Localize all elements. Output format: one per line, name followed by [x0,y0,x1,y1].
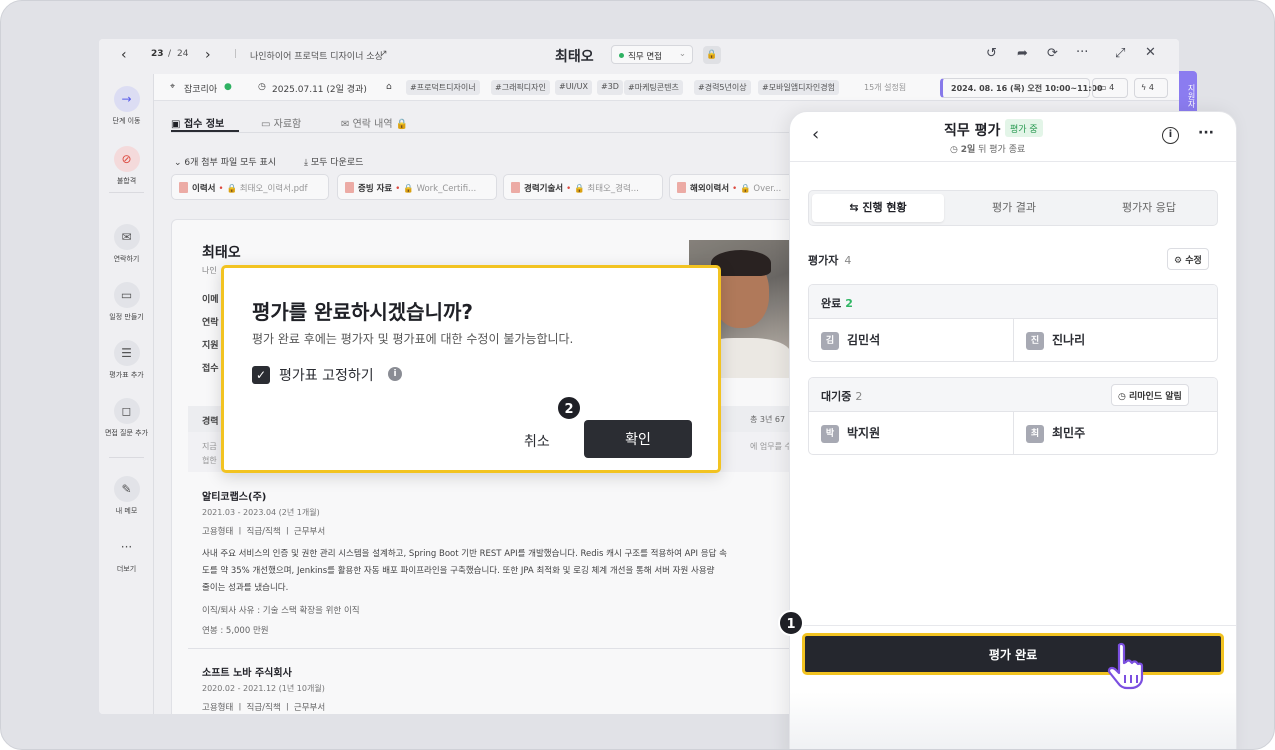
deadline-rest: 뒤 평가 종료 [975,145,1026,155]
back-icon[interactable]: ‹ [812,124,819,145]
tab-responses[interactable]: 평가자 응답 [1083,194,1215,222]
panel-title: 직무 평가 [944,123,1001,139]
more-icon[interactable]: ··· [1198,125,1214,141]
avatar: 최 [1026,425,1044,443]
complete-evaluation-button[interactable]: 평가 완료 [802,633,1224,675]
group-header: 완료 2 [809,285,1217,319]
evaluator-item[interactable]: 진 진나리 [1014,319,1217,361]
status-badge: 평가 중 [1005,119,1043,137]
tab-progress[interactable]: ⇆ 진행 현황 [812,194,944,222]
evaluator-item[interactable]: 최 최민주 [1014,412,1217,454]
deadline-days: 2일 [960,145,976,155]
screenshot-frame: ‹ 23 / 24 › | 나인하이어 프로덕트 디자이너 소싱 ↗ 최태오 직… [0,0,1275,750]
group-cells: 박 박지원 최 최민주 [809,412,1217,454]
pointer-hand-icon [1107,642,1144,690]
checkbox-label[interactable]: 평가표 고정하기 [279,365,374,385]
edit-button[interactable]: ⚙ 수정 [1167,248,1209,270]
tab-results[interactable]: 평가 결과 [948,194,1080,222]
dialog-description: 평가 완료 후에는 평가자 및 평가표에 대한 수정이 불가능합니다. [252,332,574,346]
group-label: 대기중 [821,390,852,403]
group-count: 2 [845,297,853,310]
step-badge-1: 1 [778,610,804,636]
panel-tabs: ⇆ 진행 현황 평가 결과 평가자 응답 [808,190,1218,226]
evaluator-item[interactable]: 박 박지원 [809,412,1014,454]
swap-icon: ⇆ [849,201,863,214]
done-group: 완료 2 김 김민석 진 진나리 [808,284,1218,362]
evaluators-label: 평가자 [808,254,839,267]
info-icon[interactable]: i [388,367,402,381]
evaluator-name: 박지원 [847,426,881,440]
step-badge-2: 2 [556,395,582,421]
evaluator-item[interactable]: 김 김민석 [809,319,1014,361]
fix-scorecard-checkbox[interactable]: ✓ [252,366,270,384]
evaluator-name: 최민주 [1052,426,1086,440]
cancel-button[interactable]: 취소 [524,431,550,451]
remind-label: 리마인드 알림 [1129,392,1182,402]
edit-label: 수정 [1185,256,1202,266]
divider [790,625,1236,626]
group-cells: 김 김민석 진 진나리 [809,319,1217,361]
evaluators-count: 4 [844,254,852,267]
tab-label: 진행 현황 [862,201,907,214]
avatar: 박 [821,425,839,443]
remind-button[interactable]: ◷ 리마인드 알림 [1111,384,1189,406]
info-icon[interactable]: i [1162,127,1179,144]
panel-header: ‹ 직무 평가 평가 중 ◷ 2일 뒤 평가 종료 i ··· [790,112,1236,162]
avatar: 진 [1026,332,1044,350]
clock-icon: ◷ [1118,392,1129,402]
evaluators-heading: 평가자 4 [808,252,851,268]
confirm-button[interactable]: 확인 [584,420,692,458]
panel-fade [790,692,1236,749]
group-label: 완료 [821,297,842,310]
evaluator-name: 진나리 [1052,333,1086,347]
confirm-dialog: 평가를 완료하시겠습니까? 평가 완료 후에는 평가자 및 평가표에 대한 수정… [221,265,721,473]
gear-icon: ⚙ [1174,256,1186,266]
group-count: 2 [855,390,863,403]
avatar: 김 [821,332,839,350]
clock-icon: ◷ [950,145,961,155]
evaluation-panel: ‹ 직무 평가 평가 중 ◷ 2일 뒤 평가 종료 i ··· ⇆ 진행 현황 … [789,111,1237,749]
evaluator-name: 김민석 [847,333,881,347]
dialog-title: 평가를 완료하시겠습니까? [252,300,473,324]
deadline-text: ◷ 2일 뒤 평가 종료 [950,142,1025,155]
